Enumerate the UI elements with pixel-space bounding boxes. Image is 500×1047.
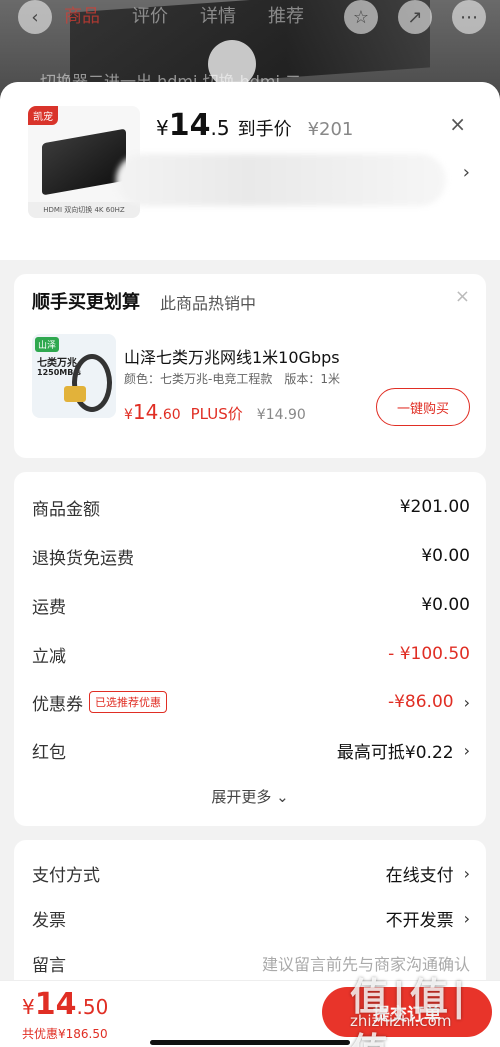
recommend-product-spec: 颜色：七类万兆-电竞工程款 版本：1米 bbox=[124, 372, 340, 386]
chevron-right-icon[interactable]: › bbox=[464, 741, 470, 760]
background-tab: 评价 bbox=[132, 6, 168, 27]
summary-row-goods-amount: 商品金额 ¥201.00 bbox=[32, 497, 470, 520]
recommend-card: 顺手买更划算 此商品热销中 × 山泽 七类万兆 1250MB/s 山泽七类万兆网… bbox=[14, 274, 486, 458]
coupon-badge: 已选推荐优惠 bbox=[89, 691, 167, 713]
price-label: 到手价 bbox=[237, 119, 292, 140]
cable-image bbox=[72, 354, 112, 412]
summary-row-coupon[interactable]: 优惠券 已选推荐优惠 -¥86.00 › bbox=[32, 687, 470, 717]
background-tab: 推荐 bbox=[268, 6, 304, 27]
share-icon: ↗ bbox=[398, 0, 432, 34]
watermark-url: zhizhizhi.com bbox=[350, 1012, 452, 1030]
recommend-title: 顺手买更划算 bbox=[32, 292, 140, 313]
summary-row-shipping: 运费 ¥0.00 bbox=[32, 595, 470, 618]
total-price: ¥ 14 .50 bbox=[22, 987, 109, 1022]
recommend-price: ¥ 14 .60 PLUS价 ¥14.90 bbox=[124, 400, 306, 424]
summary-row-discount: 立减 - ¥100.50 bbox=[32, 644, 470, 667]
summary-row-red-packet[interactable]: 红包 最高可抵¥0.22 › bbox=[32, 735, 470, 765]
favorite-icon: ☆ bbox=[344, 0, 378, 34]
plug-image bbox=[64, 386, 86, 402]
total-saving: 共优惠¥186.50 bbox=[22, 1027, 108, 1041]
recommend-product-name[interactable]: 山泽七类万兆网线1米10Gbps bbox=[124, 344, 340, 368]
background-tab: 商品 bbox=[64, 6, 100, 27]
more-icon: ⋯ bbox=[452, 0, 486, 34]
sku-selector-blurred[interactable] bbox=[116, 154, 446, 206]
background-tabs: 商品 评价 详情 推荐 bbox=[64, 2, 304, 28]
chevron-right-icon[interactable]: › bbox=[464, 909, 470, 928]
thumb-brand-tag: 凯宠 bbox=[28, 106, 58, 125]
chevron-right-icon[interactable]: › bbox=[464, 864, 470, 883]
order-sheet: 凯宠 HDMI 双向切换 4K 60HZ ¥ 14 .5 到手价 ¥201 × … bbox=[0, 82, 500, 1047]
chevron-right-icon[interactable]: › bbox=[463, 162, 470, 183]
original-price: ¥201 bbox=[307, 119, 354, 140]
back-icon: ‹ bbox=[18, 0, 52, 34]
recommend-product-image[interactable]: 山泽 七类万兆 1250MB/s bbox=[32, 334, 116, 418]
home-indicator bbox=[150, 1040, 350, 1045]
payment-method-row[interactable]: 支付方式 在线支付 › bbox=[32, 858, 470, 888]
invoice-row[interactable]: 发票 不开发票 › bbox=[32, 903, 470, 933]
plus-price-label: PLUS价 bbox=[190, 405, 243, 423]
hdmi-switch-image bbox=[42, 128, 126, 196]
watermark-logo: 值|值|值 bbox=[350, 975, 470, 1047]
final-price: ¥ 14 .5 到手价 ¥201 bbox=[156, 108, 354, 143]
product-header: 凯宠 HDMI 双向切换 4K 60HZ ¥ 14 .5 到手价 ¥201 × … bbox=[0, 82, 500, 260]
background-tab: 详情 bbox=[200, 6, 236, 27]
close-icon[interactable]: × bbox=[449, 112, 466, 136]
price-summary-card: 商品金额 ¥201.00 退换货免运费 ¥0.00 运费 ¥0.00 立减 - … bbox=[14, 472, 486, 826]
one-click-buy-button[interactable]: 一键购买 bbox=[376, 388, 470, 426]
chevron-right-icon[interactable]: › bbox=[464, 693, 470, 712]
close-icon[interactable]: × bbox=[455, 286, 470, 307]
recommend-subtitle: 此商品热销中 bbox=[160, 294, 257, 313]
thumb-caption: HDMI 双向切换 4K 60HZ bbox=[28, 202, 140, 218]
expand-more-button[interactable]: 展开更多 ⌄ bbox=[14, 786, 486, 807]
summary-row-return-shipping: 退换货免运费 ¥0.00 bbox=[32, 546, 470, 569]
recommend-original-price: ¥14.90 bbox=[256, 407, 306, 423]
